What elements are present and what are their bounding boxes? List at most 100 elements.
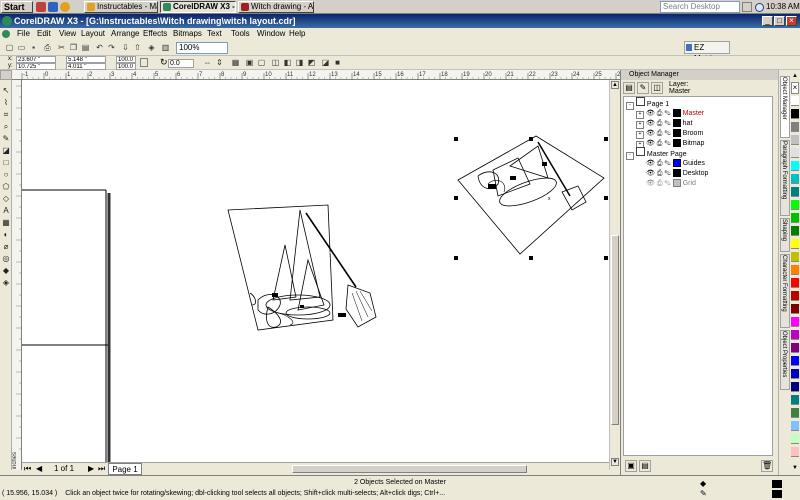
cut-icon[interactable]: ✂ bbox=[56, 42, 67, 53]
polygon-tool-icon[interactable]: ⬠ bbox=[1, 182, 11, 192]
pick-tool-icon[interactable]: ↖ bbox=[1, 86, 11, 96]
visibility-icon[interactable]: 👁 bbox=[646, 160, 655, 167]
height-field[interactable]: 4.011 " bbox=[66, 63, 106, 70]
palette-color-swatch[interactable] bbox=[791, 447, 799, 457]
selection-handles[interactable] bbox=[454, 137, 608, 260]
layer-color-swatch[interactable] bbox=[672, 119, 681, 127]
eyedropper-tool-icon[interactable]: ⌀ bbox=[1, 242, 11, 252]
outline-tool-icon[interactable]: ◎ bbox=[1, 254, 11, 264]
copy-icon[interactable]: ❐ bbox=[68, 42, 79, 53]
palette-color-swatch[interactable] bbox=[791, 330, 799, 340]
new-layer-icon[interactable]: ▣ bbox=[625, 460, 637, 472]
edit-icon[interactable]: ✎ bbox=[664, 120, 670, 127]
y-position-field[interactable]: 10.725 " bbox=[16, 63, 56, 70]
open-folder-icon[interactable]: ▭ bbox=[16, 42, 27, 53]
edit-icon[interactable]: ✎ bbox=[664, 180, 670, 187]
palette-color-swatch[interactable] bbox=[791, 96, 799, 106]
fill-color-swatch[interactable] bbox=[772, 490, 782, 498]
ruler-origin[interactable] bbox=[0, 70, 12, 80]
tree-node-desktop[interactable]: 👁 ⎙ ✎ Desktop bbox=[646, 167, 708, 177]
palette-color-swatch[interactable] bbox=[791, 343, 799, 353]
zoom-tool-icon[interactable]: ⌕ bbox=[1, 122, 11, 132]
tree-node-grid[interactable]: 👁 ⎙ ✎ Grid bbox=[646, 177, 696, 187]
simplify-icon[interactable]: ◩ bbox=[306, 57, 317, 68]
fill-indicator-icon[interactable]: ◆ bbox=[700, 480, 710, 488]
tree-node-bitmap[interactable]: + 👁 ⎙ ✎ Bitmap bbox=[636, 137, 704, 149]
desktop-search-input[interactable]: Search Desktop bbox=[660, 1, 740, 13]
print-icon[interactable]: ⎙ bbox=[657, 120, 663, 127]
palette-color-swatch[interactable] bbox=[791, 278, 799, 288]
palette-color-swatch[interactable] bbox=[791, 187, 799, 197]
print-icon[interactable]: ⎙ bbox=[657, 160, 663, 167]
tree-node-broom[interactable]: + 👁 ⎙ ✎ Broom bbox=[636, 127, 703, 139]
edit-icon[interactable]: ✎ bbox=[664, 130, 670, 137]
palette-color-swatch[interactable] bbox=[791, 408, 799, 418]
paste-icon[interactable]: ▤ bbox=[80, 42, 91, 53]
text-tool-icon[interactable]: A bbox=[1, 206, 11, 216]
palette-color-swatch[interactable] bbox=[791, 395, 799, 405]
layer-color-swatch[interactable] bbox=[672, 169, 681, 177]
palette-color-swatch[interactable] bbox=[791, 369, 799, 379]
width-field[interactable]: 5.148 " bbox=[66, 56, 106, 63]
palette-color-swatch[interactable] bbox=[791, 252, 799, 262]
palette-color-swatch[interactable] bbox=[791, 135, 799, 145]
application-launcher-icon[interactable]: ◈ bbox=[146, 42, 157, 53]
tab-object-manager[interactable]: Object Manager bbox=[780, 76, 790, 138]
tab-character-formatting[interactable]: Character Formatting bbox=[780, 254, 790, 328]
menu-tools[interactable]: Tools bbox=[228, 28, 253, 40]
menu-bitmaps[interactable]: Bitmaps bbox=[170, 28, 205, 40]
vertical-ruler[interactable]: inches bbox=[12, 80, 22, 470]
trim-icon[interactable]: ◧ bbox=[282, 57, 293, 68]
tab-object-properties[interactable]: Object Properties bbox=[780, 330, 790, 390]
menu-arrange[interactable]: Arrange bbox=[108, 28, 142, 40]
print-icon[interactable]: ⎙ bbox=[657, 130, 663, 137]
layer-color-swatch[interactable] bbox=[672, 179, 681, 187]
tree-node-hat[interactable]: + 👁 ⎙ ✎ hat bbox=[636, 117, 692, 129]
next-page-icon[interactable]: ▶ bbox=[88, 464, 94, 473]
edit-icon[interactable]: ✎ bbox=[664, 170, 670, 177]
horizontal-ruler[interactable]: -1 0 1 2 3 4 5 6 7 8 9 10 11 12 13 14 15 16 17 18 19 20 21 22 23… bbox=[12, 70, 620, 80]
palette-color-swatch[interactable] bbox=[791, 265, 799, 275]
palette-color-swatch[interactable] bbox=[791, 291, 799, 301]
menu-layout[interactable]: Layout bbox=[78, 28, 108, 40]
group-icon[interactable]: ▣ bbox=[244, 57, 255, 68]
object-tree[interactable]: - Page 1 + 👁 ⎙ ✎ Master + 👁 ⎙ ✎ hat + 👁 … bbox=[623, 96, 773, 456]
layer-color-swatch[interactable] bbox=[672, 109, 681, 117]
basic-shapes-tool-icon[interactable]: ◇ bbox=[1, 194, 11, 204]
scroll-up-icon[interactable]: ▲ bbox=[611, 81, 619, 89]
import-icon[interactable]: ⇩ bbox=[120, 42, 131, 53]
crop-tool-icon[interactable]: ⌗ bbox=[1, 110, 11, 120]
task-button-instructables[interactable]: Instructables - Mak... bbox=[84, 1, 158, 13]
task-button-coreldraw[interactable]: CorelDRAW X3 - ... bbox=[160, 1, 236, 13]
edit-icon[interactable]: ✎ bbox=[664, 160, 670, 167]
rotation-angle-field[interactable]: 0.0 bbox=[168, 59, 194, 68]
print-icon[interactable]: ⎙ bbox=[42, 42, 53, 53]
visibility-icon[interactable]: 👁 bbox=[646, 120, 655, 127]
palette-scroll-down-icon[interactable]: ▼ bbox=[791, 464, 799, 472]
new-master-layer-icon[interactable]: ▤ bbox=[639, 460, 651, 472]
zoom-level-select[interactable]: 100% bbox=[176, 42, 228, 54]
edit-icon[interactable]: ✎ bbox=[664, 140, 670, 147]
visibility-icon[interactable]: 👁 bbox=[646, 170, 655, 177]
vertical-scrollbar[interactable]: ▲ ▼ bbox=[609, 80, 620, 470]
visibility-icon[interactable]: 👁 bbox=[646, 130, 655, 137]
delete-layer-icon[interactable]: 🗑 bbox=[761, 460, 773, 472]
palette-color-swatch[interactable] bbox=[791, 148, 799, 158]
shape-tool-icon[interactable]: ⌇ bbox=[1, 98, 11, 108]
witch-drawing-selected[interactable]: x bbox=[457, 135, 605, 255]
window-titlebar[interactable]: CorelDRAW X3 - [G:\Instructables\Witch d… bbox=[0, 14, 800, 28]
palette-color-swatch[interactable] bbox=[791, 174, 799, 184]
edit-icon[interactable]: ✎ bbox=[664, 110, 670, 117]
print-icon[interactable]: ⎙ bbox=[657, 140, 663, 147]
palette-color-swatch[interactable] bbox=[791, 122, 799, 132]
weld-icon[interactable]: ◫ bbox=[270, 57, 281, 68]
collapse-icon[interactable]: - bbox=[626, 152, 634, 160]
print-icon[interactable]: ⎙ bbox=[657, 180, 663, 187]
palette-color-swatch[interactable] bbox=[791, 304, 799, 314]
search-go-icon[interactable] bbox=[742, 2, 752, 12]
intersect-icon[interactable]: ◨ bbox=[294, 57, 305, 68]
drawing-canvas[interactable]: x bbox=[22, 80, 609, 462]
visibility-icon[interactable]: 👁 bbox=[646, 110, 655, 117]
tab-shaping[interactable]: Shaping bbox=[780, 218, 790, 252]
palette-scroll-up-icon[interactable]: ▲ bbox=[791, 72, 799, 80]
